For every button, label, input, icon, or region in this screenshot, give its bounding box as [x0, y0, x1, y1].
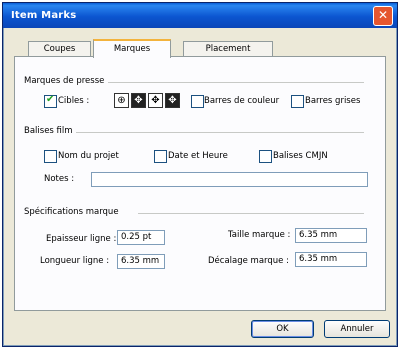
group-divider	[108, 82, 364, 83]
close-button[interactable]: ✕	[373, 6, 393, 26]
mark-size-label: Taille marque :	[228, 230, 291, 240]
date-time-label: Date et Heure	[168, 151, 228, 161]
target-mark-icon: ✥	[165, 93, 180, 108]
line-length-label: Longueur ligne :	[40, 256, 110, 266]
mark-offset-field[interactable]: 6.35 mm	[295, 252, 367, 267]
group-divider	[76, 132, 364, 133]
gray-bars-label: Barres grises	[305, 96, 361, 106]
line-thickness-label: Epaisseur ligne :	[46, 234, 117, 244]
check-icon: ✔	[46, 94, 55, 105]
notes-field[interactable]	[91, 172, 368, 187]
color-bars-label: Barres de couleur	[204, 96, 280, 106]
gray-bars-checkbox[interactable]	[291, 95, 304, 108]
crosshair-mark-icon: ✥	[148, 93, 163, 108]
mark-specs-group-label: Spécifications marque	[24, 207, 119, 217]
tab-coupes[interactable]: Coupes	[28, 41, 91, 56]
cmyk-tags-label: Balises CMJN	[273, 151, 328, 161]
color-bars-checkbox[interactable]	[191, 95, 204, 108]
window-title: Item Marks	[11, 10, 77, 21]
line-length-field[interactable]: 6.35 mm	[117, 254, 165, 269]
ok-button[interactable]: OK	[251, 320, 314, 338]
mark-offset-label: Décalage marque :	[208, 256, 289, 266]
targets-checkbox[interactable]: ✔	[44, 94, 57, 108]
targets-label: Cibles :	[58, 96, 90, 106]
line-thickness-field[interactable]: 0.25 pt	[117, 230, 165, 245]
cancel-button[interactable]: Annuler	[324, 320, 390, 338]
project-name-checkbox[interactable]	[44, 150, 57, 163]
print-marks-group-label: Marques de presse	[24, 76, 105, 86]
tab-placement[interactable]: Placement	[183, 41, 273, 56]
cmyk-tags-checkbox[interactable]	[259, 150, 272, 163]
title-bar[interactable]: Item Marks ✕	[3, 3, 397, 28]
target-mark-icon: ✥	[131, 93, 146, 108]
date-time-checkbox[interactable]	[154, 150, 167, 163]
group-divider	[138, 213, 364, 214]
mark-size-field[interactable]: 6.35 mm	[295, 228, 367, 243]
tab-marques[interactable]: Marques	[93, 39, 171, 58]
crosshair-mark-icon: ⊕	[114, 93, 129, 108]
notes-label: Notes :	[44, 174, 75, 184]
film-tags-group-label: Balises film	[24, 126, 73, 136]
project-name-label: Nom du projet	[58, 151, 119, 161]
